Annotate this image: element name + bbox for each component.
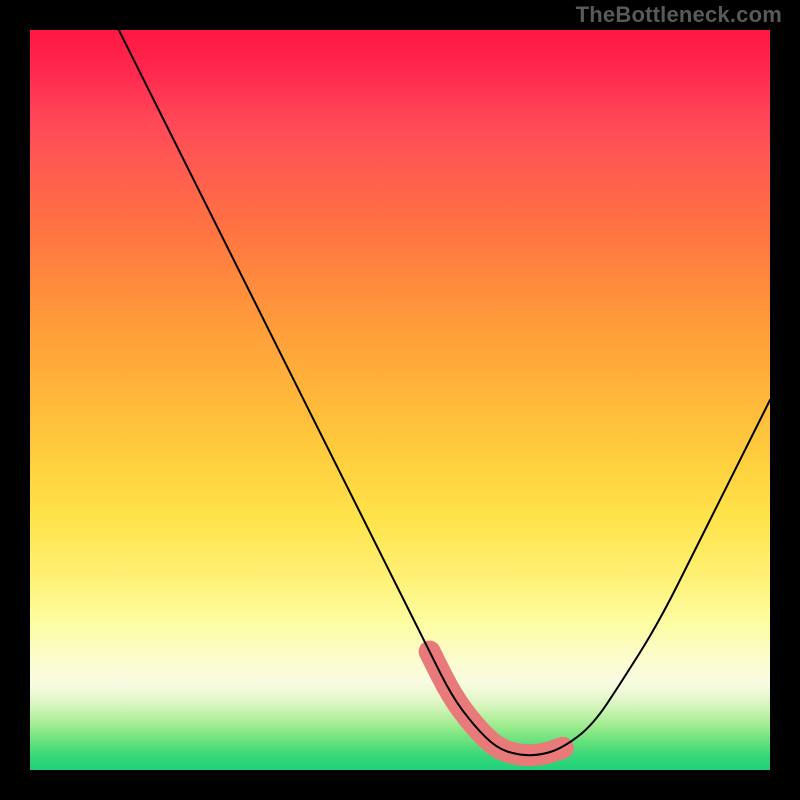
- curve-highlight: [430, 652, 563, 756]
- chart-canvas: TheBottleneck.com: [0, 0, 800, 800]
- curve-layer: [30, 30, 770, 770]
- watermark-text: TheBottleneck.com: [576, 2, 782, 28]
- bottleneck-curve: [119, 30, 770, 755]
